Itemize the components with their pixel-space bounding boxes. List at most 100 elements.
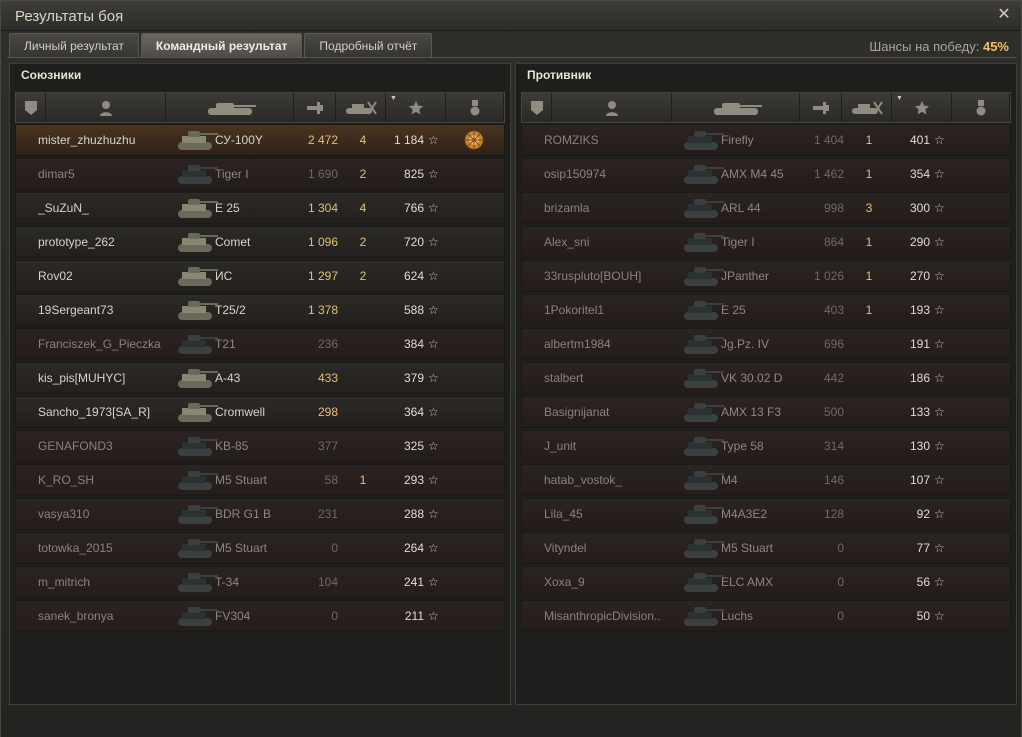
header-player-icon[interactable] — [552, 93, 672, 122]
table-row[interactable]: Alex_sni Tiger I 864 1 290 ☆ — [521, 226, 1011, 258]
table-row[interactable]: MisanthropicDivision.. Luchs 0 50 ☆ — [521, 600, 1011, 632]
player-name[interactable]: dimar5 — [38, 159, 188, 189]
player-name[interactable]: mister_zhuzhuzhu — [38, 125, 188, 155]
table-row[interactable]: hatab_vostok_ M4 146 107 ☆ — [521, 464, 1011, 496]
player-name[interactable]: MisanthropicDivision.. — [544, 601, 694, 631]
tab-personal-result[interactable]: Личный результат — [9, 33, 139, 57]
table-row[interactable]: Rov02 ИС 1 297 2 624 ☆ — [15, 260, 505, 292]
header-squad-icon[interactable] — [522, 93, 552, 122]
damage-value: 236 — [317, 337, 338, 351]
header-medal-icon[interactable] — [446, 93, 504, 122]
table-row[interactable]: 33ruspluto[BOUH] JPanther 1 026 1 270 ☆ — [521, 260, 1011, 292]
player-name[interactable]: prototype_262 — [38, 227, 188, 257]
tab-detailed-report[interactable]: Подробный отчёт — [304, 33, 433, 57]
vehicle-name: T-34 — [215, 575, 240, 589]
player-name[interactable]: hatab_vostok_ — [544, 465, 694, 495]
player-name[interactable]: osip150974 — [544, 159, 694, 189]
table-row[interactable]: GENAFOND3 KB-85 377 325 ☆ — [15, 430, 505, 462]
table-row[interactable]: vasya310 BDR G1 B 231 288 ☆ — [15, 498, 505, 530]
player-name[interactable]: _SuZuN_ — [38, 193, 188, 223]
xp-value: 288 — [403, 507, 424, 521]
tab-team-result[interactable]: Командный результат — [140, 33, 303, 57]
table-row[interactable]: osip150974 AMX M4 45 1 462 1 354 ☆ — [521, 158, 1011, 190]
table-row[interactable]: Sancho_1973[SA_R] Cromwell 298 364 ☆ — [15, 396, 505, 428]
xp-star-icon: ☆ — [428, 507, 439, 521]
table-row[interactable]: K_RO_SH M5 Stuart 58 1 293 ☆ — [15, 464, 505, 496]
player-name[interactable]: 1Pokoritel1 — [544, 295, 694, 325]
table-row[interactable]: kis_pis[MUHYC] A-43 433 379 ☆ — [15, 362, 505, 394]
xp-star-icon: ☆ — [934, 371, 945, 385]
header-tank-icon[interactable] — [166, 93, 294, 122]
player-name[interactable]: Alex_sni — [544, 227, 694, 257]
header-player-icon[interactable] — [46, 93, 166, 122]
table-row[interactable]: m_mitrich T-34 104 241 ☆ — [15, 566, 505, 598]
xp-star-icon: ☆ — [428, 541, 439, 555]
table-row[interactable]: albertm1984 Jg.Pz. IV 696 191 ☆ — [521, 328, 1011, 360]
player-name[interactable]: m_mitrich — [38, 567, 188, 597]
table-row[interactable]: sanek_bronya FV304 0 211 ☆ — [15, 600, 505, 632]
table-row[interactable]: 19Sergeant73 T25/2 1 378 588 ☆ — [15, 294, 505, 326]
xp-star-icon: ☆ — [428, 303, 439, 317]
table-row[interactable]: _SuZuN_ E 25 1 304 4 766 ☆ — [15, 192, 505, 224]
window-title: Результаты боя — [15, 8, 124, 25]
player-name[interactable]: vasya310 — [38, 499, 188, 529]
xp-star-icon: ☆ — [428, 133, 439, 147]
table-row[interactable]: Xoxa_9 ELC AMX 0 56 ☆ — [521, 566, 1011, 598]
vehicle-name: ELC AMX — [721, 575, 774, 589]
table-row[interactable]: dimar5 Tiger I 1 690 2 825 ☆ — [15, 158, 505, 190]
tank-icon — [680, 295, 726, 325]
player-name[interactable]: Rov02 — [38, 261, 188, 291]
player-name[interactable]: J_unit — [544, 431, 694, 461]
medal-icon[interactable] — [462, 125, 486, 155]
damage-value: 1 304 — [307, 201, 338, 215]
player-name[interactable]: 33ruspluto[BOUH] — [544, 261, 694, 291]
table-row[interactable]: totowka_2015 M5 Stuart 0 264 ☆ — [15, 532, 505, 564]
close-icon[interactable]: ✕ — [995, 6, 1013, 24]
header-squad-icon[interactable] — [16, 93, 46, 122]
vehicle-name: Cromwell — [215, 405, 266, 419]
header-kills-icon[interactable] — [336, 93, 386, 122]
xp-value: 384 — [403, 337, 424, 351]
player-name[interactable]: Lila_45 — [544, 499, 694, 529]
player-name[interactable]: totowka_2015 — [38, 533, 188, 563]
player-name[interactable]: Basignijanat — [544, 397, 694, 427]
table-row[interactable]: Lila_45 M4A3E2 128 92 ☆ — [521, 498, 1011, 530]
header-damage-icon[interactable] — [800, 93, 842, 122]
header-tank-icon[interactable] — [672, 93, 800, 122]
vehicle-name: E 25 — [721, 303, 746, 317]
player-name[interactable]: 19Sergeant73 — [38, 295, 188, 325]
table-row[interactable]: Basignijanat AMX 13 F3 500 133 ☆ — [521, 396, 1011, 428]
table-row[interactable]: brizamla ARL 44 998 3 300 ☆ — [521, 192, 1011, 224]
xp-value: 290 — [909, 235, 930, 249]
player-name[interactable]: kis_pis[MUHYC] — [38, 363, 188, 393]
header-xp-star-icon[interactable]: ▼ — [892, 93, 952, 122]
tank-icon — [680, 159, 726, 189]
tank-icon — [174, 465, 220, 495]
player-name[interactable]: ROMZIKS — [544, 125, 694, 155]
player-name[interactable]: Sancho_1973[SA_R] — [38, 397, 188, 427]
player-name[interactable]: Vityndel — [544, 533, 694, 563]
table-row[interactable]: prototype_262 Comet 1 096 2 720 ☆ — [15, 226, 505, 258]
table-row[interactable]: ROMZIKS Firefly 1 404 1 401 ☆ — [521, 124, 1011, 156]
player-name[interactable]: GENAFOND3 — [38, 431, 188, 461]
table-row[interactable]: Franciszek_G_Pieczka T21 236 384 ☆ — [15, 328, 505, 360]
player-name[interactable]: stalbert — [544, 363, 694, 393]
header-xp-star-icon[interactable]: ▼ — [386, 93, 446, 122]
header-kills-icon[interactable] — [842, 93, 892, 122]
damage-value: 377 — [317, 439, 338, 453]
header-damage-icon[interactable] — [294, 93, 336, 122]
player-name[interactable]: Franciszek_G_Pieczka — [38, 329, 188, 359]
table-row[interactable]: 1Pokoritel1 E 25 403 1 193 ☆ — [521, 294, 1011, 326]
player-name[interactable]: sanek_bronya — [38, 601, 188, 631]
player-name[interactable]: brizamla — [544, 193, 694, 223]
table-row[interactable]: mister_zhuzhuzhu СУ-100Y 2 472 4 1 184 ☆ — [15, 124, 505, 156]
header-medal-icon[interactable] — [952, 93, 1010, 122]
player-name[interactable]: albertm1984 — [544, 329, 694, 359]
table-row[interactable]: stalbert VK 30.02 D 442 186 ☆ — [521, 362, 1011, 394]
xp-value: 624 — [403, 269, 424, 283]
table-row[interactable]: J_unit Type 58 314 130 ☆ — [521, 430, 1011, 462]
player-name[interactable]: Xoxa_9 — [544, 567, 694, 597]
vehicle-name: E 25 — [215, 201, 240, 215]
player-name[interactable]: K_RO_SH — [38, 465, 188, 495]
table-row[interactable]: Vityndel M5 Stuart 0 77 ☆ — [521, 532, 1011, 564]
